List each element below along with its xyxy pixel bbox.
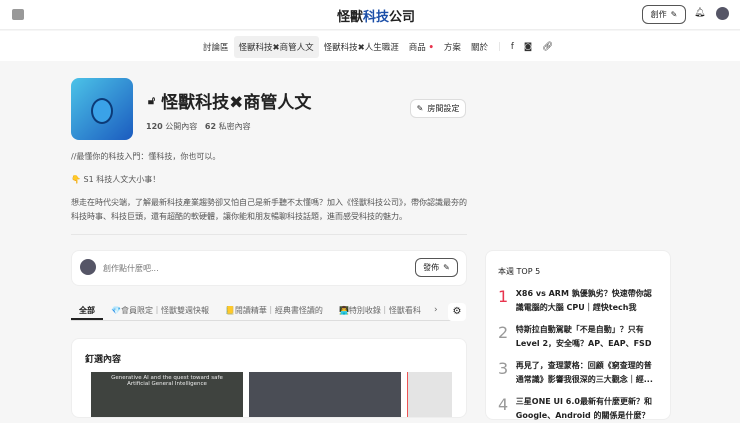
composer-input[interactable]: 創作點什麼吧... — [103, 263, 159, 274]
settings-label: 房間設定 — [427, 104, 460, 113]
rank: 2 — [498, 323, 509, 342]
instagram-icon[interactable]: ◙ — [519, 37, 537, 57]
logo-text: 公司 — [389, 10, 416, 25]
new-dot-icon: • — [428, 43, 434, 53]
divider — [71, 234, 467, 235]
logo-text-accent: 科技 — [363, 10, 390, 25]
item-title: 再見了，查理蒙格：回顧《窮查理的普通常識》影響我很深的三大觀念｜經... — [515, 361, 653, 384]
private-count: 62 — [204, 122, 217, 131]
tab-special[interactable]: 👨‍💻特別收錄｜怪獸看科 — [331, 303, 429, 320]
tab-reading[interactable]: 📒閱讀精華｜經典書怪讀的 — [217, 303, 331, 320]
publish-button[interactable]: 發佈 ✎ — [415, 258, 458, 277]
edit-icon: ✎ — [670, 10, 678, 19]
nav-products-label: 商品 — [408, 43, 426, 53]
tab-all[interactable]: 全部 — [71, 303, 103, 320]
pencil-icon: ✎ — [416, 104, 424, 113]
top5-item[interactable]: 2 特斯拉自動駕駛「不是自動」？只有Level 2，安全嗎？AP、EAP、FSD是… — [498, 323, 658, 351]
room-description: 想走在時代尖端，了解最新科技產業趨勢卻又怕自己是新手聽不太懂嗎？加入《怪獸科技公… — [71, 198, 467, 221]
item-title: 特斯拉自動駕駛「不是自動」？只有Level 2，安全嗎？AP、EAP、FSD是.… — [515, 325, 652, 348]
chevron-right-icon[interactable]: › — [431, 305, 441, 315]
pinned-card: 釘選內容 Generative AI and the quest toward … — [71, 338, 467, 418]
composer-avatar — [80, 259, 96, 275]
room-stats: 120 公開內容 62 私密內容 — [146, 121, 251, 132]
room-title-row: 🔓︎ 怪獸科技✖商管人文 — [148, 88, 311, 113]
nav-plans[interactable]: 方案 — [439, 36, 466, 58]
content-tabs: 全部 💎會員限定｜怪獸雙週快報 📒閱讀精華｜經典書怪讀的 👨‍💻特別收錄｜怪獸看… — [71, 303, 451, 321]
mascot-icon — [91, 98, 113, 124]
avatar[interactable] — [716, 7, 729, 20]
nav-products[interactable]: 商品 • — [404, 36, 439, 58]
divider: | — [497, 42, 501, 52]
top5-item[interactable]: 3 再見了，查理蒙格：回顧《窮查理的普通常識》影響我很深的三大觀念｜經... — [498, 359, 658, 387]
link-icon[interactable]: 🔗︎ — [537, 37, 558, 57]
nav-business[interactable]: 怪獸科技✖商管人文 — [233, 36, 319, 58]
room-nav: 討論區 怪獸科技✖商管人文 怪獸科技✖人生職涯 商品 • 方案 關於 | f ◙… — [198, 36, 558, 58]
room-icon — [71, 78, 133, 140]
tab-members[interactable]: 💎會員限定｜怪獸雙週快報 — [103, 303, 217, 320]
pinned-title: 釘選內容 — [85, 355, 122, 365]
gear-icon[interactable]: ⚙ — [448, 303, 466, 321]
top5-item[interactable]: 1 X86 vs ARM 孰優孰劣？快速帶你認識電腦的大腦 CPU｜趕快tech我… — [498, 287, 658, 315]
nav-discussion[interactable]: 討論區 — [198, 36, 234, 58]
pinned-thumb-photo[interactable] — [407, 372, 452, 417]
room-tagline: //最懂你的科技入門：懂科技，你也可以。 — [71, 152, 221, 161]
rank: 4 — [498, 395, 509, 414]
publish-label: 發佈 — [423, 263, 440, 272]
rank: 3 — [498, 359, 509, 378]
top5-title: 本週 TOP 5 — [498, 267, 541, 276]
pinned-thumb-photo[interactable] — [249, 372, 401, 417]
logo-text: 怪獸 — [337, 10, 364, 25]
facebook-icon[interactable]: f — [506, 37, 519, 57]
top5-item[interactable]: 4 三星ONE UI 6.0最新有什麼更新？和 Google、Android 的關… — [498, 395, 658, 423]
nav-about[interactable]: 關於 — [466, 36, 493, 58]
room-settings-button[interactable]: ✎ 房間設定 — [410, 99, 466, 118]
menu-icon[interactable] — [12, 9, 24, 20]
nav-career[interactable]: 怪獸科技✖人生職涯 — [319, 36, 404, 58]
room-subtitle: 👇 S1 科技人文大小事！ — [71, 175, 161, 184]
create-button[interactable]: 創作 ✎ — [642, 5, 686, 24]
public-count: 120 — [146, 122, 163, 131]
item-title: 三星ONE UI 6.0最新有什麼更新？和 Google、Android 的關係… — [515, 397, 652, 420]
private-label: 私密內容 — [218, 122, 251, 131]
public-label: 公開內容 — [165, 122, 198, 131]
room-title: 怪獸科技✖商管人文 — [161, 93, 312, 113]
site-logo[interactable]: 怪獸科技公司 — [337, 6, 415, 25]
edit-icon: ✎ — [443, 263, 450, 272]
rank: 1 — [498, 287, 509, 306]
lock-icon: 🔓︎ — [148, 93, 156, 107]
bell-icon[interactable]: 🔔︎ — [694, 8, 705, 18]
create-label: 創作 — [650, 10, 667, 19]
item-title: X86 vs ARM 孰優孰劣？快速帶你認識電腦的大腦 CPU｜趕快tech我 … — [515, 289, 652, 312]
top5-card: 本週 TOP 5 1 X86 vs ARM 孰優孰劣？快速帶你認識電腦的大腦 CP… — [485, 250, 671, 420]
pinned-thumb[interactable]: Generative AI and the quest toward safe … — [91, 372, 243, 417]
